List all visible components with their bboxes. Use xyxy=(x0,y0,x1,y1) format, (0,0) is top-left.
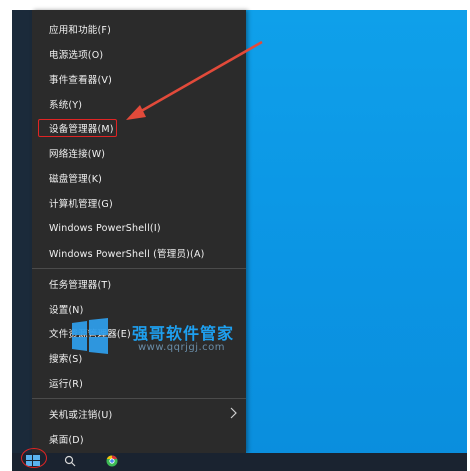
menu-item-network-connections[interactable]: 网络连接(W) xyxy=(32,140,246,166)
menu-item-label: 事件查看器(V) xyxy=(49,75,113,86)
menu-item-computer-management[interactable]: 计算机管理(G) xyxy=(32,190,246,216)
start-button-highlight-circle xyxy=(21,448,47,468)
screenshot: 应用和功能(F) 电源选项(O) 事件查看器(V) 系统(Y) 设备管理器(M)… xyxy=(0,0,470,471)
menu-item-label: Windows PowerShell (管理员)(A) xyxy=(49,249,205,260)
menu-item-event-viewer[interactable]: 事件查看器(V) xyxy=(32,66,246,92)
taskbar xyxy=(12,453,467,471)
menu-item-label: 关机或注销(U) xyxy=(49,410,113,421)
menu-item-label: 设置(N) xyxy=(49,305,84,316)
search-icon[interactable] xyxy=(64,455,76,467)
menu-item-label: 任务管理器(T) xyxy=(49,280,112,291)
watermark-title: 强哥软件管家 xyxy=(132,324,235,343)
menu-item-power-options[interactable]: 电源选项(O) xyxy=(32,41,246,67)
menu-item-label: 磁盘管理(K) xyxy=(49,174,103,185)
menu-item-run[interactable]: 运行(R) xyxy=(32,370,246,396)
watermark-url: www.qqrjgj.com xyxy=(138,342,226,353)
menu-item-label: 桌面(D) xyxy=(49,435,84,446)
device-manager-highlight-box xyxy=(38,119,117,137)
menu-item-label: 应用和功能(F) xyxy=(49,25,111,36)
menu-item-label: 计算机管理(G) xyxy=(49,199,113,210)
menu-item-task-manager[interactable]: 任务管理器(T) xyxy=(32,271,246,297)
windows-watermark-logo xyxy=(72,318,108,354)
menu-item-powershell-admin[interactable]: Windows PowerShell (管理员)(A) xyxy=(32,240,246,266)
menu-item-label: 运行(R) xyxy=(49,379,84,390)
menu-divider xyxy=(32,268,246,269)
menu-item-label: 电源选项(O) xyxy=(49,50,104,61)
chrome-icon[interactable] xyxy=(106,455,118,467)
menu-item-desktop[interactable]: 桌面(D) xyxy=(32,426,246,452)
desktop-left-strip xyxy=(12,10,32,463)
menu-item-apps-features[interactable]: 应用和功能(F) xyxy=(32,16,246,42)
menu-divider xyxy=(32,398,246,399)
menu-item-disk-management[interactable]: 磁盘管理(K) xyxy=(32,165,246,191)
winx-context-menu: 应用和功能(F) 电源选项(O) 事件查看器(V) 系统(Y) 设备管理器(M)… xyxy=(32,10,246,453)
menu-item-shutdown-signout[interactable]: 关机或注销(U) xyxy=(32,401,246,427)
menu-item-label: 网络连接(W) xyxy=(49,149,106,160)
menu-item-powershell[interactable]: Windows PowerShell(I) xyxy=(32,215,246,241)
menu-item-label: 系统(Y) xyxy=(49,100,83,111)
menu-item-label: Windows PowerShell(I) xyxy=(49,222,161,234)
menu-item-system[interactable]: 系统(Y) xyxy=(32,91,246,117)
watermark: 强哥软件管家 www.qqrjgj.com xyxy=(72,318,247,358)
chevron-right-icon xyxy=(230,407,237,419)
